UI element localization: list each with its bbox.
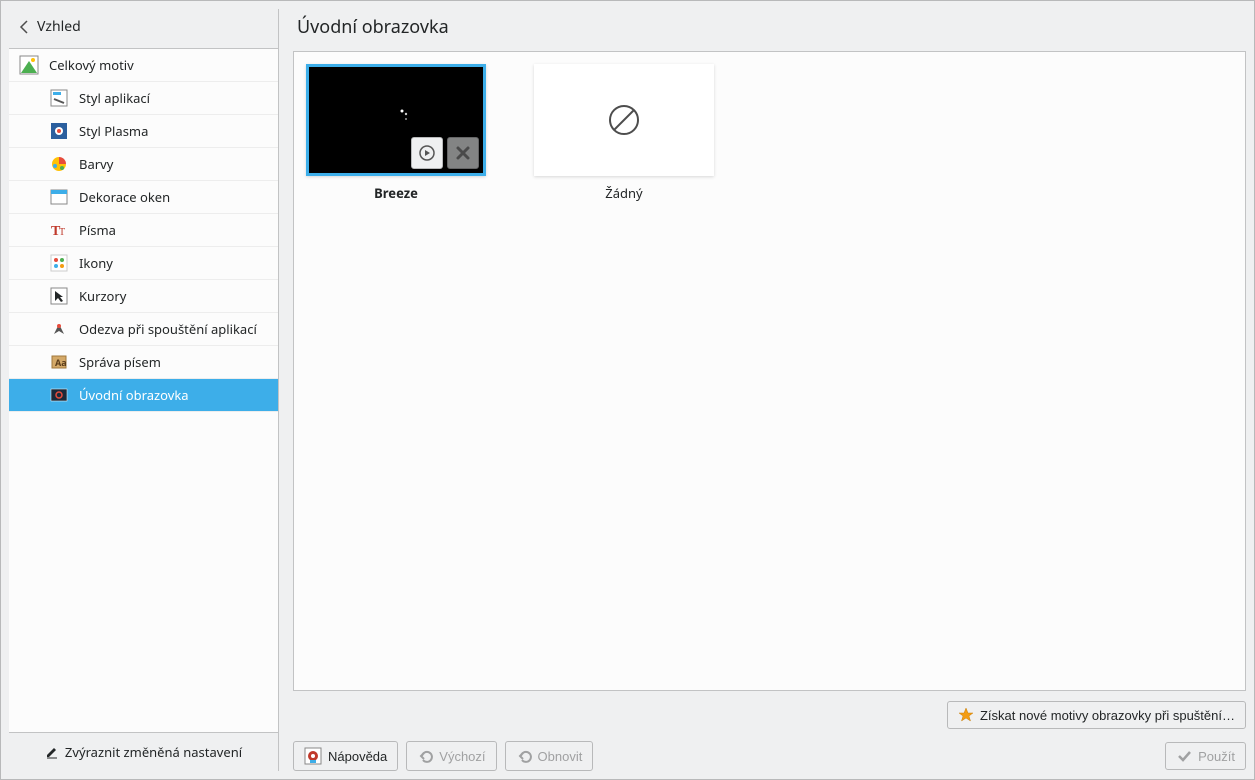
font-management-icon: Aa — [49, 352, 69, 372]
launch-feedback-icon — [49, 319, 69, 339]
theme-tile-breeze[interactable]: Breeze — [306, 64, 486, 202]
colors-icon — [49, 154, 69, 174]
sidebar-list: Celkový motiv Styl aplikací Styl Plasma … — [9, 49, 278, 732]
delete-button — [447, 137, 479, 169]
footer-bar: Nápověda Výchozí Obnovit — [293, 729, 1246, 771]
sidebar-item-label: Styl Plasma — [79, 122, 148, 140]
sidebar-item-label: Kurzory — [79, 287, 126, 305]
theme-thumbnail-breeze — [306, 64, 486, 176]
defaults-label: Výchozí — [439, 749, 485, 764]
settings-window: Vzhled Celkový motiv Styl aplikací Styl … — [0, 0, 1255, 780]
sidebar-item-label: Úvodní obrazovka — [79, 386, 189, 404]
spinner-icon — [395, 109, 409, 123]
sidebar-item-window-decorations[interactable]: Dekorace oken — [9, 181, 278, 214]
sidebar-item-label: Dekorace oken — [79, 188, 170, 206]
get-new-themes-label: Získat nové motivy obrazovky při spuštěn… — [980, 708, 1235, 723]
play-circle-icon — [418, 144, 436, 162]
sidebar-item-label: Styl aplikací — [79, 89, 150, 107]
defaults-button: Výchozí — [406, 741, 496, 771]
page-title: Úvodní obrazovka — [297, 15, 1242, 39]
main-panel: Úvodní obrazovka — [279, 9, 1246, 771]
get-new-row: Získat nové motivy obrazovky při spuštěn… — [293, 691, 1246, 729]
apply-button: Použít — [1165, 742, 1246, 770]
highlight-changed-label: Zvýraznit změněná nastavení — [65, 743, 242, 761]
sidebar-item-global-theme[interactable]: Celkový motiv — [9, 49, 278, 82]
sidebar-item-label: Celkový motiv — [49, 56, 134, 74]
sidebar-item-label: Barvy — [79, 155, 113, 173]
apply-label: Použít — [1198, 749, 1235, 764]
pencil-icon — [45, 745, 59, 759]
undo-icon — [516, 748, 532, 764]
plasma-style-icon — [49, 121, 69, 141]
reset-label: Obnovit — [538, 749, 583, 764]
check-icon — [1176, 748, 1192, 764]
star-icon — [958, 707, 974, 723]
prohibited-icon — [606, 102, 642, 138]
theme-label: Breeze — [374, 184, 418, 202]
theme-label: Žádný — [605, 184, 642, 202]
sidebar-back-button[interactable]: Vzhled — [9, 9, 278, 49]
sidebar: Vzhled Celkový motiv Styl aplikací Styl … — [9, 9, 279, 771]
fonts-icon: TT — [49, 220, 69, 240]
sidebar-item-fonts[interactable]: TT Písma — [9, 214, 278, 247]
theme-grid: Breeze Žádný — [293, 51, 1246, 691]
sidebar-back-label: Vzhled — [37, 17, 81, 36]
sidebar-item-app-style[interactable]: Styl aplikací — [9, 82, 278, 115]
sidebar-item-icons[interactable]: Ikony — [9, 247, 278, 280]
cursors-icon — [49, 286, 69, 306]
app-style-icon — [49, 88, 69, 108]
sidebar-item-launch-feedback[interactable]: Odezva při spouštění aplikací — [9, 313, 278, 346]
window-decorations-icon — [49, 187, 69, 207]
sidebar-item-plasma-style[interactable]: Styl Plasma — [9, 115, 278, 148]
sidebar-item-cursors[interactable]: Kurzory — [9, 280, 278, 313]
sidebar-item-label: Správa písem — [79, 353, 161, 371]
help-label: Nápověda — [328, 749, 387, 764]
help-icon — [304, 747, 322, 765]
icons-icon — [49, 253, 69, 273]
theme-tile-none[interactable]: Žádný — [534, 64, 714, 202]
preview-button[interactable] — [411, 137, 443, 169]
sidebar-item-label: Ikony — [79, 254, 113, 272]
sidebar-item-colors[interactable]: Barvy — [9, 148, 278, 181]
chevron-left-icon — [19, 20, 29, 34]
global-theme-icon — [19, 55, 39, 75]
main-header: Úvodní obrazovka — [293, 9, 1246, 51]
help-button[interactable]: Nápověda — [293, 741, 398, 771]
reset-button: Obnovit — [505, 741, 594, 771]
sidebar-item-font-management[interactable]: Aa Správa písem — [9, 346, 278, 379]
get-new-themes-button[interactable]: Získat nové motivy obrazovky při spuštěn… — [947, 701, 1246, 729]
highlight-changed-button[interactable]: Zvýraznit změněná nastavení — [9, 732, 278, 771]
sidebar-item-label: Písma — [79, 221, 116, 239]
close-icon — [455, 145, 471, 161]
sidebar-item-label: Odezva při spouštění aplikací — [79, 320, 257, 338]
svg-text:Aa: Aa — [55, 356, 67, 369]
undo-icon — [417, 748, 433, 764]
theme-thumbnail-none — [534, 64, 714, 176]
svg-text:T: T — [59, 227, 65, 238]
sidebar-item-splash-screen[interactable]: Úvodní obrazovka — [9, 379, 278, 412]
splash-screen-icon — [49, 385, 69, 405]
